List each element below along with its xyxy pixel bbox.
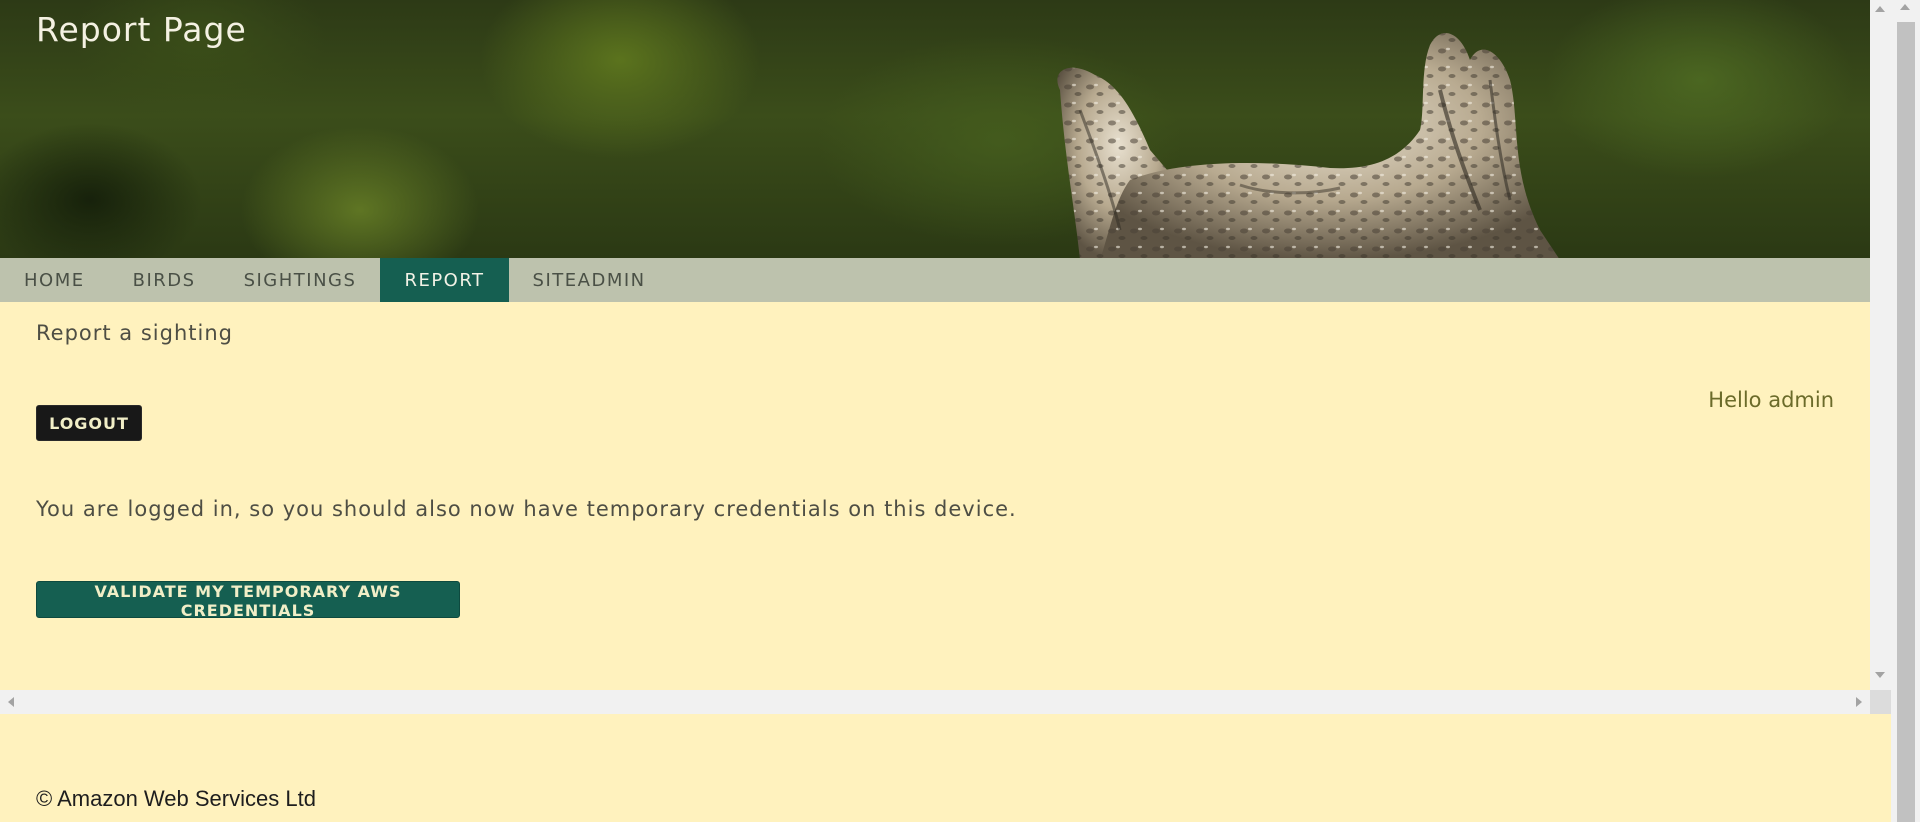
login-status-text: You are logged in, so you should also no… (36, 497, 1017, 521)
nav-item-siteadmin[interactable]: SITEADMIN (509, 258, 670, 302)
page-scrollbar-thumb[interactable] (1897, 22, 1915, 822)
scroll-corner (1870, 690, 1891, 714)
browser-viewport: Report Page HOME BIRDS SIGHTINGS REPORT … (0, 0, 1920, 822)
scroll-left-arrow-icon[interactable] (8, 697, 14, 707)
nav-item-sightings[interactable]: SIGHTINGS (220, 258, 381, 302)
scroll-up-arrow-icon[interactable] (1875, 6, 1885, 12)
hero-banner: Report Page (0, 0, 1870, 258)
nav-item-home[interactable]: HOME (0, 258, 109, 302)
logout-button[interactable]: LOGOUT (36, 405, 142, 441)
validate-credentials-button[interactable]: VALIDATE MY TEMPORARY AWS CREDENTIALS (36, 581, 460, 620)
inner-horizontal-scrollbar[interactable] (0, 690, 1870, 714)
footer-copyright: © Amazon Web Services Ltd (36, 786, 316, 811)
page-vertical-scrollbar[interactable] (1891, 0, 1920, 822)
page-scroll-up-arrow-icon[interactable] (1900, 4, 1910, 10)
scroll-right-arrow-icon[interactable] (1856, 697, 1862, 707)
user-greeting: Hello admin (1708, 388, 1834, 412)
page-title: Report Page (36, 10, 247, 49)
main-nav: HOME BIRDS SIGHTINGS REPORT SITEADMIN (0, 258, 1870, 302)
section-subtitle: Report a sighting (36, 321, 233, 345)
nav-item-report[interactable]: REPORT (380, 258, 509, 302)
scroll-down-arrow-icon[interactable] (1875, 672, 1885, 678)
owl-image (1057, 33, 1559, 258)
inner-vertical-scrollbar[interactable] (1870, 0, 1891, 690)
content-frame: Report Page HOME BIRDS SIGHTINGS REPORT … (0, 0, 1870, 690)
nav-item-birds[interactable]: BIRDS (109, 258, 220, 302)
